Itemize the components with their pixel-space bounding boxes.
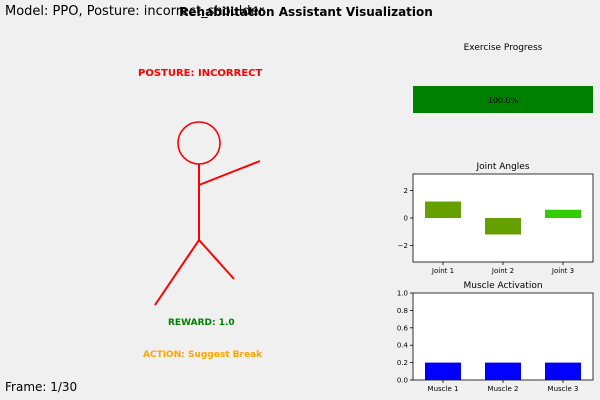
muscle-activation-ytick-label: 0.8 [397,307,408,315]
joint-angles-chart: −2 0 2 Joint 1 Joint 2 Joint 3 [398,173,594,275]
muscle-activation-bar [545,362,581,380]
reward-label: REWARD: 1.0 [168,318,235,328]
progress-value-label: 100.0% [488,96,519,105]
joint-angles-y-axis: −2 0 2 [398,187,413,250]
joint-angles-ytick-label: 2 [404,187,408,195]
muscle-activation-ytick-label: 0.6 [397,324,409,332]
joint-angles-xtick-label: Joint 1 [431,267,454,275]
joint-angles-bar [545,209,581,218]
muscle-activation-ytick-label: 0.2 [397,359,408,367]
action-label: ACTION: Suggest Break [143,350,263,360]
progress-title: Exercise Progress [463,43,543,53]
muscle-activation-ytick-label: 0.0 [397,377,408,385]
muscle-activation-xtick-label: Muscle 3 [548,385,579,393]
joint-angles-xtick-label: Joint 2 [491,267,514,275]
muscle-activation-chart: 0.00.20.40.60.81.0 Muscle 1 Muscle 2 Muscl… [397,290,594,393]
muscle-activation-bars [425,362,581,380]
muscle-activation-xtick-label: Muscle 2 [488,385,519,393]
muscle-activation-ytick-label: 1.0 [397,290,408,298]
muscle-activation-bar [485,362,521,380]
posture-status: POSTURE: INCORRECT [138,68,263,79]
muscle-activation-ytick-label: 0.4 [397,342,409,350]
figure-right-leg [198,239,235,280]
frame-counter: Frame: 1/30 [5,380,78,394]
stick-figure [154,121,261,306]
figure-head [177,121,221,165]
exercise-progress-chart: 100.0% [413,86,593,113]
joint-angles-bar [425,201,461,218]
muscle-activation-bar [425,362,461,380]
figure-arm [198,160,261,186]
joint-angles-ytick-label: 0 [404,215,408,223]
muscle-activation-y-axis: 0.0 0.2 0.4 0.6 0.8 1.0 [397,290,413,385]
joint-angles-bar [485,218,521,235]
muscle-activation-xtick-label: Muscle 1 [428,385,459,393]
joint-angles-xtick-label: Joint 3 [551,267,574,275]
figure-left-leg [154,239,200,306]
joint-angles-x-axis: Joint 1 Joint 2 Joint 3 [431,262,574,275]
joint-angles-ytick-label: −2 [398,242,408,250]
muscle-activation-x-axis: Muscle 1 Muscle 2 Muscle 3 [428,380,579,393]
